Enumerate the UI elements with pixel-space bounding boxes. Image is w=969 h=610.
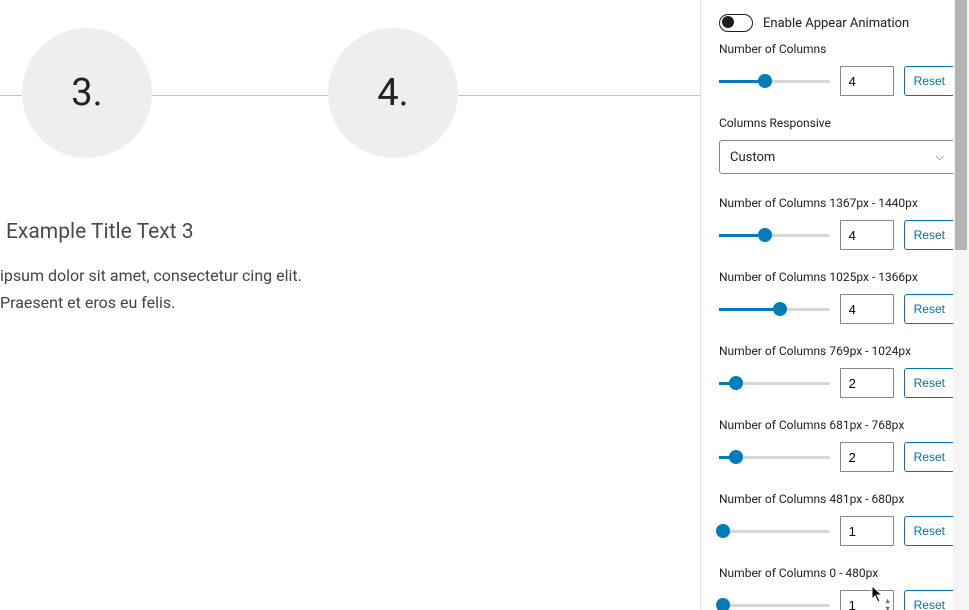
settings-sidebar: Enable Appear Animation Number of Column…	[701, 0, 969, 610]
bp1-input[interactable]	[840, 220, 894, 250]
bp5-reset[interactable]: Reset	[904, 516, 955, 546]
step-circle-4: 4.	[328, 28, 458, 158]
bp6-row: ▴▾ Reset	[719, 590, 955, 610]
bp2-row: Reset	[719, 294, 955, 324]
bp5-label: Number of Columns 481px - 680px	[719, 492, 955, 506]
steps-row: 3. 4.	[0, 0, 700, 170]
bp5-slider[interactable]	[719, 522, 830, 540]
bp4-label: Number of Columns 681px - 768px	[719, 418, 955, 432]
num-columns-row: Reset	[719, 66, 955, 96]
enable-animation-row: Enable Appear Animation	[719, 14, 955, 32]
num-columns-input[interactable]	[840, 66, 894, 96]
bp3-input[interactable]	[840, 368, 894, 398]
bp1-label: Number of Columns 1367px - 1440px	[719, 196, 955, 210]
bp5-input[interactable]	[840, 516, 894, 546]
step-title: Example Title Text 3	[0, 220, 340, 244]
bp3-slider[interactable]	[719, 374, 830, 392]
editor-canvas: 3. 4. Example Title Text 3 ipsum dolor s…	[0, 0, 701, 610]
bp4-reset[interactable]: Reset	[904, 442, 955, 472]
bp6-slider[interactable]	[719, 596, 830, 610]
bp6-label: Number of Columns 0 - 480px	[719, 566, 955, 580]
bp6-reset[interactable]: Reset	[904, 590, 955, 610]
bp1-row: Reset	[719, 220, 955, 250]
bp3-reset[interactable]: Reset	[904, 368, 955, 398]
chevron-down-icon: ⌵	[936, 150, 944, 164]
bp2-slider[interactable]	[719, 300, 830, 318]
bp4-input[interactable]	[840, 442, 894, 472]
bp1-reset[interactable]: Reset	[904, 220, 955, 250]
step-content: Example Title Text 3 ipsum dolor sit ame…	[0, 220, 340, 316]
num-columns-label: Number of Columns	[719, 42, 955, 56]
scrollbar-thumb[interactable]	[955, 0, 967, 250]
enable-animation-toggle[interactable]	[719, 14, 753, 32]
columns-responsive-value: Custom	[730, 150, 775, 165]
bp2-input[interactable]	[840, 294, 894, 324]
num-columns-slider[interactable]	[719, 72, 830, 90]
step-description: ipsum dolor sit amet, consectetur cing e…	[0, 262, 340, 316]
bp3-row: Reset	[719, 368, 955, 398]
bp2-label: Number of Columns 1025px - 1366px	[719, 270, 955, 284]
bp4-row: Reset	[719, 442, 955, 472]
enable-animation-label: Enable Appear Animation	[763, 16, 909, 31]
bp4-slider[interactable]	[719, 448, 830, 466]
bp1-slider[interactable]	[719, 226, 830, 244]
bp2-reset[interactable]: Reset	[904, 294, 955, 324]
bp5-row: Reset	[719, 516, 955, 546]
bp3-label: Number of Columns 769px - 1024px	[719, 344, 955, 358]
step-circle-3: 3.	[22, 28, 152, 158]
columns-responsive-select[interactable]: Custom ⌵	[719, 140, 955, 174]
columns-responsive-label: Columns Responsive	[719, 116, 955, 130]
scrollbar-track[interactable]	[953, 0, 969, 610]
num-columns-reset[interactable]: Reset	[904, 66, 955, 96]
spinner-icon[interactable]: ▴▾	[886, 597, 890, 610]
